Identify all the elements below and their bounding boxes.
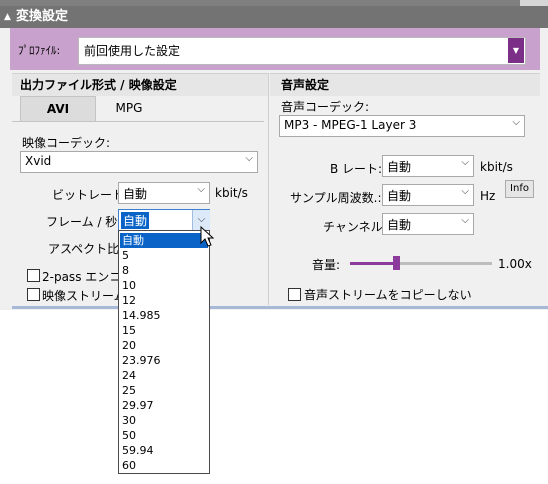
framerate-option[interactable]: 29.97 [120,398,208,413]
framerate-label: フレーム / 秒: [46,215,122,229]
volume-slider-thumb[interactable] [393,256,400,270]
audio-bitrate-label: B レート: [330,162,383,176]
section-header-title: 変換設定 [16,9,69,24]
audio-codec-select[interactable]: MP3 - MPEG-1 Layer 3 ⌵ [279,115,525,137]
framerate-select-value: 自動 [121,212,150,229]
channel-value: 自動 [387,218,412,232]
audio-section-title: 音声設定 [281,78,330,92]
channel-select[interactable]: 自動 ⌵ [382,213,474,235]
chevron-down-icon: ⌵ [461,215,469,226]
twopass-checkbox[interactable] [27,269,40,282]
framerate-option[interactable]: 59.94 [120,443,208,458]
framerate-option[interactable]: 8 [120,263,208,278]
framerate-option[interactable]: 30 [120,413,208,428]
volume-slider-fill [350,262,396,265]
profile-select-value: 前回使用した設定 [84,44,181,58]
mouse-pointer-icon [200,226,215,247]
video-bitrate-select[interactable]: 自動 ⌵ [118,182,210,204]
copy-video-stream-label: 映像ストリーム [42,289,126,303]
framerate-option[interactable]: 25 [120,383,208,398]
no-copy-audio-label: 音声ストリームをコピーしない [304,288,472,302]
framerate-option[interactable]: 20 [120,338,208,353]
video-bitrate-unit: kbit/s [215,186,248,200]
section-divider [268,73,269,305]
panel-bottom-border [12,306,548,309]
info-button[interactable]: Info [505,180,534,198]
video-codec-value: Xvid [25,154,52,168]
chevron-down-icon: ⌵ [245,153,253,164]
tab-mpg[interactable]: MPG [96,96,162,120]
video-codec-label: 映像コーデック: [22,136,111,150]
framerate-dropdown-list[interactable]: 自動 5 8 10 12 14.985 15 20 23.976 24 25 29.97 30 50 59.… [118,230,210,474]
volume-label: 音量: [312,258,341,272]
tab-avi[interactable]: AVI [20,96,96,122]
aspect-ratio-label: アスペクト比: [48,242,124,256]
framerate-option[interactable]: 50 [120,428,208,443]
framerate-option[interactable]: 10 [120,278,208,293]
video-section-title: 出力ファイル形式 / 映像設定 [20,78,177,92]
framerate-option[interactable]: 23.976 [120,353,208,368]
audio-bitrate-select[interactable]: 自動 ⌵ [382,155,474,177]
sample-rate-value: 自動 [387,189,412,203]
framerate-option[interactable]: 自動 [120,233,208,248]
framerate-option[interactable]: 24 [120,368,208,383]
audio-bitrate-value: 自動 [387,160,412,174]
framerate-option[interactable]: 14.985 [120,308,208,323]
copy-video-stream-checkbox[interactable] [27,288,40,301]
framerate-option[interactable]: 15 [120,323,208,338]
video-bitrate-label: ビットレート: [52,188,129,202]
audio-bitrate-unit: kbit/s [480,160,513,174]
audio-codec-label: 音声コーデック: [281,100,370,114]
profile-dropdown-arrow-icon[interactable]: ▼ [508,38,524,63]
audio-codec-value: MP3 - MPEG-1 Layer 3 [284,118,417,132]
chevron-down-icon: ⌵ [461,157,469,168]
no-copy-audio-checkbox[interactable] [288,288,301,301]
sample-rate-unit: Hz [480,189,496,203]
volume-value: 1.00x [498,257,532,271]
chevron-down-icon: ⌵ [512,117,520,128]
video-bitrate-value: 自動 [123,187,148,201]
tab-underline [12,121,264,122]
framerate-option[interactable]: 60 [120,458,208,473]
sample-rate-select[interactable]: 自動 ⌵ [382,184,474,206]
framerate-option[interactable]: 5 [120,248,208,263]
profile-label: ﾌﾟﾛﾌｧｲﾙ: [18,44,61,57]
video-codec-select[interactable]: Xvid ⌵ [20,151,258,173]
collapse-triangle-icon[interactable]: ▲ [4,6,11,28]
channel-label: チャンネル: [323,220,387,234]
sample-rate-label: サンプル周波数.: [290,191,382,205]
chevron-down-icon: ⌵ [197,184,205,195]
chevron-down-icon: ⌵ [461,186,469,197]
framerate-option[interactable]: 12 [120,293,208,308]
section-header[interactable]: ▲ 変換設定 [0,6,548,28]
